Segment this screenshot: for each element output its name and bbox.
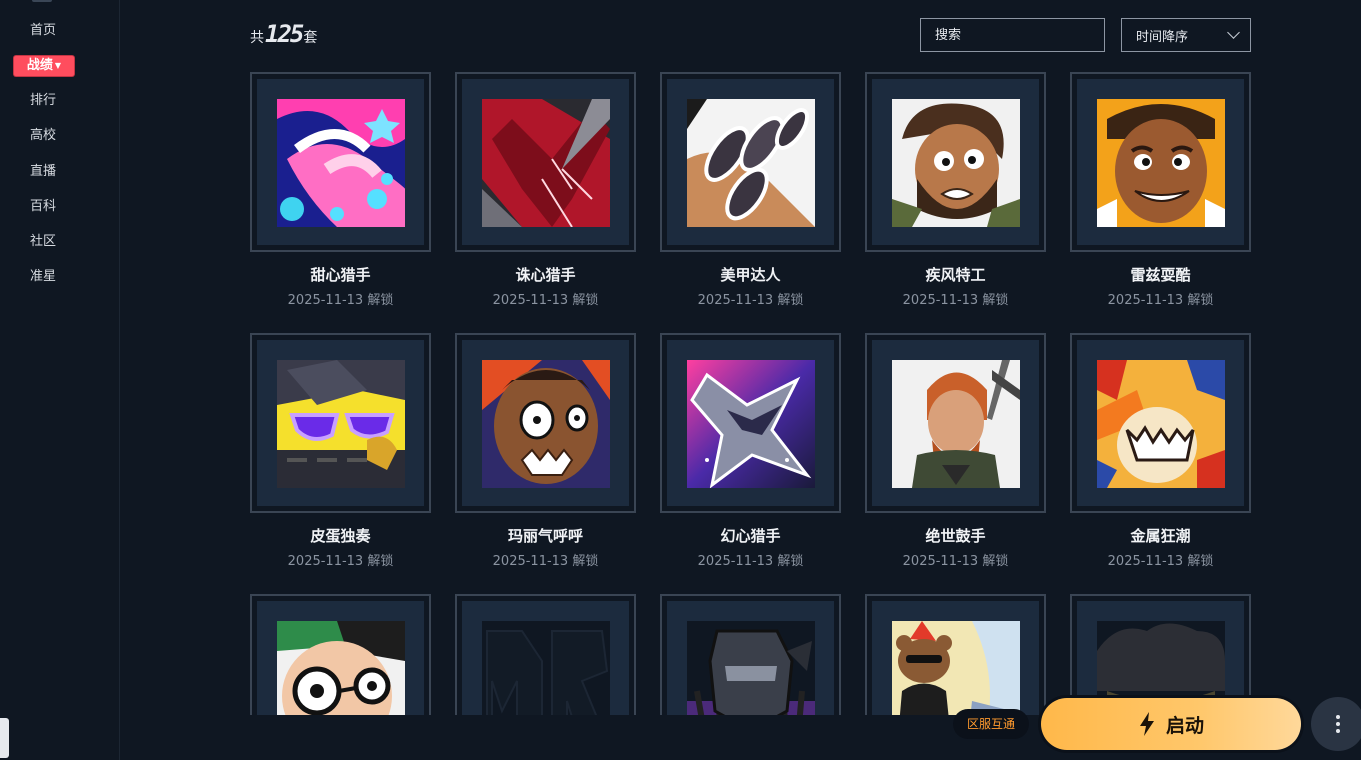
region-interop-button[interactable]: 区服互通 bbox=[953, 709, 1029, 739]
sidebar-item-rank[interactable]: 排行 bbox=[0, 91, 86, 111]
launch-button[interactable]: 启动 bbox=[1038, 695, 1304, 753]
sidebar-item-label: 准星 bbox=[29, 269, 56, 284]
skin-card[interactable]: 金属狂潮 2025-11-13 解锁 bbox=[1070, 333, 1251, 569]
skin-card[interactable]: 雷兹耍酷 2025-11-13 解锁 bbox=[1070, 72, 1251, 308]
skin-card-date: 2025-11-13 解锁 bbox=[287, 554, 394, 569]
skin-card[interactable]: 玛丽气呼呼 2025-11-13 解锁 bbox=[455, 333, 636, 569]
sidebar-item-live[interactable]: 直播 bbox=[0, 162, 86, 182]
caret-down-icon: ▼ bbox=[54, 61, 62, 70]
skin-card[interactable] bbox=[455, 594, 636, 715]
sidebar: 首页 战绩 ▼ 排行 高校 直播 百科 社区 准星 bbox=[0, 0, 120, 760]
chevron-down-icon bbox=[1227, 26, 1240, 39]
skin-card-frame[interactable] bbox=[455, 594, 636, 715]
skin-card-image bbox=[1097, 99, 1225, 227]
sidebar-item-label: 排行 bbox=[29, 93, 56, 108]
skin-card[interactable] bbox=[250, 594, 431, 715]
sidebar-item-label: 战绩 bbox=[26, 58, 53, 73]
skin-card-image bbox=[892, 99, 1020, 227]
skin-card-name: 疾风特工 bbox=[925, 266, 986, 284]
skin-card-date: 2025-11-13 解锁 bbox=[697, 293, 804, 308]
sidebar-item-crosshair[interactable]: 准星 bbox=[0, 267, 86, 287]
count-value: 125 bbox=[265, 20, 304, 48]
skin-card[interactable]: 绝世鼓手 2025-11-13 解锁 bbox=[865, 333, 1046, 569]
skin-card-image bbox=[482, 99, 610, 227]
skin-card-image bbox=[277, 360, 405, 488]
skin-card-frame[interactable] bbox=[865, 333, 1046, 513]
skin-card-image bbox=[277, 99, 405, 227]
count-prefix: 共 bbox=[250, 30, 264, 46]
skin-card-frame[interactable] bbox=[865, 594, 1046, 715]
skin-card-image bbox=[482, 360, 610, 488]
skin-card-name: 美甲达人 bbox=[720, 266, 781, 284]
skin-card[interactable]: 皮蛋独奏 2025-11-13 解锁 bbox=[250, 333, 431, 569]
sidebar-item-label: 社区 bbox=[29, 234, 56, 249]
skin-card-frame[interactable] bbox=[865, 72, 1046, 252]
sidebar-item-label: 首页 bbox=[29, 23, 56, 38]
sidebar-item-label: 直播 bbox=[29, 164, 56, 179]
skin-card-frame[interactable] bbox=[250, 72, 431, 252]
skin-card[interactable]: 幻心猎手 2025-11-13 解锁 bbox=[660, 333, 841, 569]
sidebar-item-wiki[interactable]: 百科 bbox=[0, 197, 86, 217]
skin-card-name: 绝世鼓手 bbox=[925, 527, 986, 545]
skin-card-frame[interactable] bbox=[250, 594, 431, 715]
skin-card-date: 2025-11-13 解锁 bbox=[902, 293, 1009, 308]
scrollbar-handle[interactable] bbox=[0, 718, 9, 758]
skin-card-name: 幻心猎手 bbox=[720, 527, 781, 545]
sort-dropdown[interactable]: 时间降序 bbox=[1121, 18, 1251, 52]
skin-card-date: 2025-11-13 解锁 bbox=[1107, 293, 1214, 308]
card-grid: 甜心猎手 2025-11-13 解锁 诛心猎手 2025-11-13 解锁 美甲… bbox=[250, 72, 1260, 715]
skin-card-image bbox=[892, 621, 1020, 715]
skin-card[interactable] bbox=[660, 594, 841, 715]
search-box[interactable] bbox=[920, 18, 1105, 52]
skin-card-name: 金属狂潮 bbox=[1130, 527, 1191, 545]
skin-card-frame[interactable] bbox=[455, 333, 636, 513]
skin-card-image bbox=[1097, 360, 1225, 488]
skin-card-name: 玛丽气呼呼 bbox=[507, 527, 583, 545]
sidebar-top-handle bbox=[32, 0, 52, 2]
skin-card-date: 2025-11-13 解锁 bbox=[492, 293, 599, 308]
skin-card-date: 2025-11-13 解锁 bbox=[902, 554, 1009, 569]
skin-card[interactable]: 疾风特工 2025-11-13 解锁 bbox=[865, 72, 1046, 308]
skin-card[interactable]: 甜心猎手 2025-11-13 解锁 bbox=[250, 72, 431, 308]
skin-card-name: 诛心猎手 bbox=[515, 266, 576, 284]
skin-card[interactable]: 诛心猎手 2025-11-13 解锁 bbox=[455, 72, 636, 308]
skin-card-image bbox=[277, 621, 405, 715]
skin-card-name: 雷兹耍酷 bbox=[1130, 266, 1191, 284]
more-vertical-icon[interactable] bbox=[1311, 697, 1361, 751]
skin-card-date: 2025-11-13 解锁 bbox=[492, 554, 599, 569]
skin-card-image bbox=[687, 360, 815, 488]
skin-card-frame[interactable] bbox=[660, 594, 841, 715]
skin-card-image bbox=[687, 621, 815, 715]
count-suffix: 套 bbox=[303, 30, 318, 46]
sidebar-item-college[interactable]: 高校 bbox=[0, 126, 86, 146]
skin-card-frame[interactable] bbox=[455, 72, 636, 252]
skin-card[interactable] bbox=[865, 594, 1046, 715]
sidebar-item-label: 百科 bbox=[29, 199, 56, 214]
collection-count: 共 125 套 bbox=[250, 20, 317, 50]
region-label: 区服互通 bbox=[966, 717, 1015, 731]
skin-card-image bbox=[687, 99, 815, 227]
skin-card-frame[interactable] bbox=[1070, 333, 1251, 513]
skin-card-image bbox=[892, 360, 1020, 488]
lightning-icon bbox=[1139, 712, 1154, 736]
sort-label: 时间降序 bbox=[1136, 29, 1189, 45]
skin-card-date: 2025-11-13 解锁 bbox=[697, 554, 804, 569]
sidebar-item-record[interactable]: 战绩 ▼ bbox=[14, 56, 74, 76]
skin-card-frame[interactable] bbox=[1070, 72, 1251, 252]
skin-card-name: 皮蛋独奏 bbox=[310, 527, 371, 545]
skin-card[interactable]: 美甲达人 2025-11-13 解锁 bbox=[660, 72, 841, 308]
skin-card-date: 2025-11-13 解锁 bbox=[287, 293, 394, 308]
skin-card-date: 2025-11-13 解锁 bbox=[1107, 554, 1214, 569]
skin-card-frame[interactable] bbox=[660, 333, 841, 513]
skin-card-name: 甜心猎手 bbox=[310, 266, 371, 284]
sidebar-item-home[interactable]: 首页 bbox=[0, 21, 86, 41]
sidebar-item-community[interactable]: 社区 bbox=[0, 232, 86, 252]
sidebar-item-label: 高校 bbox=[29, 128, 56, 143]
skin-card-frame[interactable] bbox=[660, 72, 841, 252]
skin-card-frame[interactable] bbox=[250, 333, 431, 513]
skin-card-image bbox=[482, 621, 610, 715]
launch-label: 启动 bbox=[1165, 714, 1204, 737]
search-input[interactable] bbox=[921, 19, 1104, 51]
